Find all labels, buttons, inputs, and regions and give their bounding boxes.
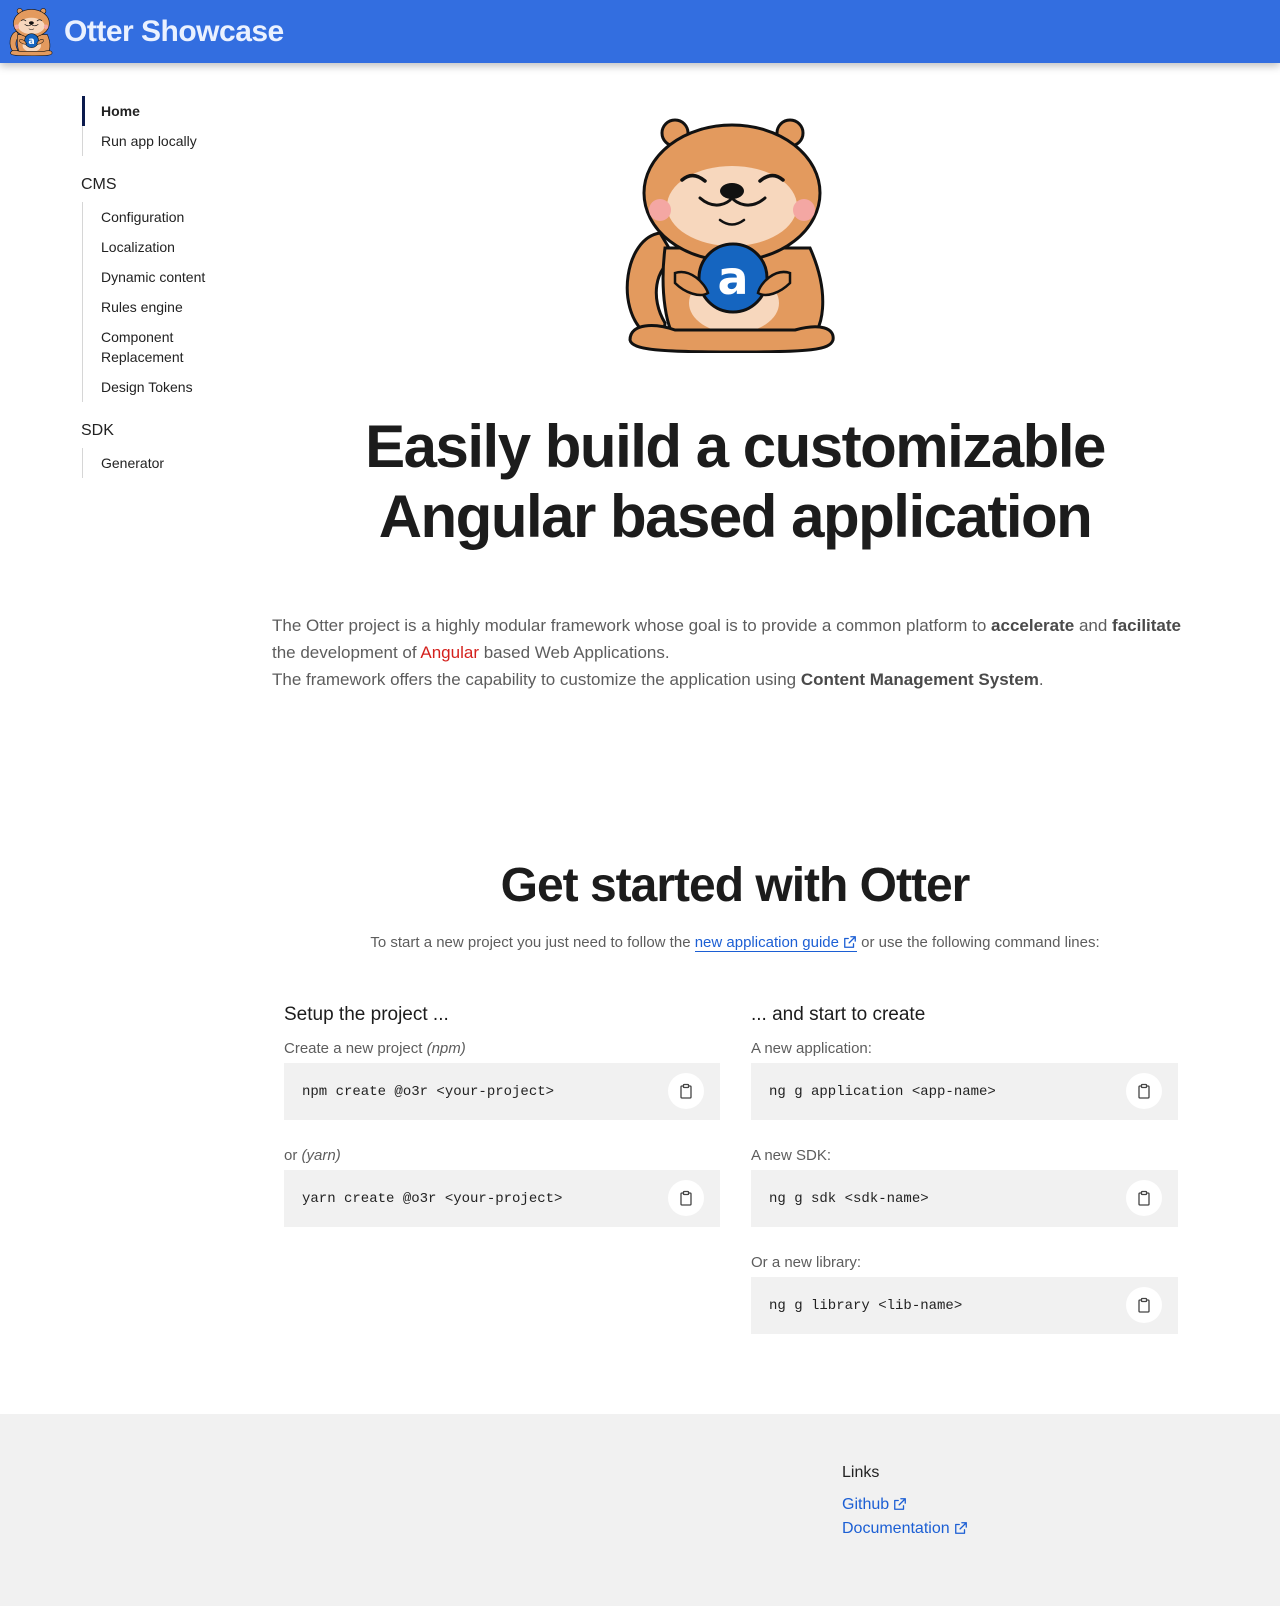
sidebar-item-rules-engine[interactable]: Rules engine	[83, 292, 262, 322]
sidebar-heading-sdk: SDK	[81, 422, 114, 439]
yarn-hint: (yarn)	[301, 1147, 341, 1164]
sidebar-item-home[interactable]: Home	[82, 96, 262, 126]
npm-hint: (npm)	[426, 1040, 466, 1057]
app-label: A new application:	[751, 1040, 872, 1057]
lib-label: Or a new library:	[751, 1254, 862, 1271]
sidebar-item-localization[interactable]: Localization	[83, 232, 262, 262]
documentation-link-label: Documentation	[842, 1520, 950, 1537]
page-footer: Links Github Documentation	[0, 1414, 1280, 1606]
get-started-title: Get started with Otter	[500, 859, 971, 912]
clipboard-icon	[1136, 1190, 1152, 1206]
yarn-command-box: yarn create @o3r <your-project>	[284, 1170, 720, 1227]
yarn-command[interactable]: yarn create @o3r <your-project>	[302, 1191, 562, 1207]
yarn-label: or (yarn)	[284, 1147, 720, 1164]
sidebar-nav: Home Run app locally CMS Configuration L…	[81, 96, 262, 478]
sidebar-item-dynamic-content[interactable]: Dynamic content	[83, 262, 262, 292]
intro-bold-accelerate: accelerate	[991, 616, 1075, 635]
lib-command-box: ng g library <lib-name>	[751, 1277, 1178, 1334]
nav-group-sdk: Generator	[82, 448, 262, 478]
sidebar-item-configuration[interactable]: Configuration	[83, 202, 262, 232]
setup-title: Setup the project ...	[284, 1004, 449, 1025]
npm-label-text: Create a new project	[284, 1040, 427, 1057]
clipboard-icon	[678, 1083, 694, 1099]
intro-text: the development of	[272, 643, 421, 662]
intro-text: The Otter project is a highly modular fr…	[272, 616, 992, 635]
footer-links-title: Links	[842, 1464, 880, 1481]
intro-bold-facilitate: facilitate	[1112, 616, 1182, 635]
copy-lib-command-button[interactable]	[1126, 1287, 1162, 1323]
sidebar-heading-cms: CMS	[81, 176, 117, 193]
intro-bold-cms: Content Management System	[800, 670, 1039, 689]
yarn-label-text: or	[284, 1147, 302, 1164]
external-link-icon	[893, 1497, 907, 1511]
otter-logo-icon[interactable]: a	[8, 8, 56, 56]
npm-label: Create a new project (npm)	[284, 1040, 720, 1057]
copy-sdk-command-button[interactable]	[1126, 1180, 1162, 1216]
top-app-bar: a Otter Showcase	[0, 0, 1280, 63]
npm-command-box: npm create @o3r <your-project>	[284, 1063, 720, 1120]
sidebar-item-run-app-locally[interactable]: Run app locally	[83, 126, 262, 156]
get-started-subtitle: To start a new project you just need to …	[270, 934, 1200, 952]
sidebar-item-component-replacement[interactable]: Component Replacement	[83, 322, 203, 372]
github-link-label: Github	[842, 1496, 890, 1513]
external-link-icon	[843, 935, 857, 949]
documentation-link[interactable]: Documentation	[842, 1520, 968, 1538]
intro-text: based Web Applications.	[479, 643, 670, 662]
external-link-icon	[954, 1521, 968, 1535]
copy-npm-command-button[interactable]	[668, 1073, 704, 1109]
new-application-guide-label: new application guide	[694, 934, 839, 951]
sdk-label: A new SDK:	[751, 1147, 832, 1164]
svg-text:a: a	[28, 35, 34, 46]
intro-paragraph: The Otter project is a highly modular fr…	[272, 612, 1192, 693]
svg-text:a: a	[717, 251, 748, 305]
intro-text: .	[1038, 670, 1044, 689]
nav-group-main: Home Run app locally	[82, 96, 262, 156]
github-link[interactable]: Github	[842, 1496, 907, 1514]
intro-text: and	[1074, 616, 1113, 635]
create-title: ... and start to create	[751, 1004, 926, 1025]
setup-column: Setup the project ... Create a new proje…	[284, 1004, 720, 1254]
lib-command[interactable]: ng g library <lib-name>	[769, 1298, 962, 1314]
clipboard-icon	[1136, 1297, 1152, 1313]
copy-app-command-button[interactable]	[1126, 1073, 1162, 1109]
get-started-text: or use the following command lines:	[857, 934, 1100, 951]
hero-headline: Easily build a customizable Angular base…	[365, 413, 1106, 550]
sdk-command[interactable]: ng g sdk <sdk-name>	[769, 1191, 929, 1207]
otter-mascot-icon: a	[620, 118, 850, 353]
app-command-box: ng g application <app-name>	[751, 1063, 1178, 1120]
nav-group-cms: Configuration Localization Dynamic conte…	[82, 202, 262, 402]
clipboard-icon	[678, 1190, 694, 1206]
new-application-guide-link[interactable]: new application guide	[694, 934, 857, 952]
npm-command[interactable]: npm create @o3r <your-project>	[302, 1084, 554, 1100]
sdk-command-box: ng g sdk <sdk-name>	[751, 1170, 1178, 1227]
clipboard-icon	[1136, 1083, 1152, 1099]
copy-yarn-command-button[interactable]	[668, 1180, 704, 1216]
get-started-text: To start a new project you just need to …	[370, 934, 695, 951]
sidebar-item-generator[interactable]: Generator	[83, 448, 262, 478]
intro-angular-highlight: Angular	[420, 643, 479, 662]
create-column: ... and start to create A new applicatio…	[751, 1004, 1178, 1361]
app-command[interactable]: ng g application <app-name>	[769, 1084, 996, 1100]
sidebar-item-design-tokens[interactable]: Design Tokens	[83, 372, 262, 402]
brand-title[interactable]: Otter Showcase	[64, 15, 284, 49]
intro-text: The framework offers the capability to c…	[272, 670, 801, 689]
